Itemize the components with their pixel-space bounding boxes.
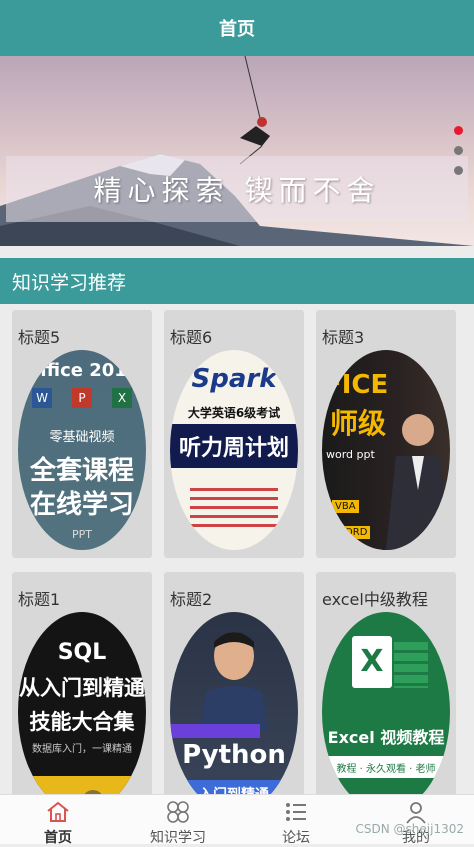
slogan-bar: 精心探索 锲而不舍: [6, 156, 468, 222]
course-cover: FICE 师级 word ppt VBA WORD: [322, 350, 450, 550]
tab-label: 论坛: [282, 830, 310, 846]
card-title: excel中级教程: [322, 590, 428, 609]
carousel-indicators: [454, 126, 464, 186]
cover-text: 在线学习: [29, 490, 134, 520]
course-card[interactable]: 标题1 SQL 从入门到精通 技能大合集 数据库入门，一课精通: [12, 572, 152, 820]
cover-text: 大学英语6级考试: [187, 406, 281, 420]
cover-text: 全套课程: [29, 456, 134, 486]
course-card[interactable]: excel中级教程 X Excel 视频教程 教程 · 永久观看 · 老师: [316, 572, 456, 820]
cover-text: 数据库入门，一课精通: [32, 744, 132, 755]
presenter-illustration: [386, 414, 450, 550]
watermark: CSDN @shejj1302: [355, 822, 464, 836]
cover-text: 技能大合集: [29, 710, 135, 734]
bottom-tab-bar: 首页 知识学习 论坛 我的: [0, 794, 474, 847]
cover-text: Spark: [191, 364, 277, 394]
carousel-dot[interactable]: [454, 146, 463, 155]
course-cover: SQL 从入门到精通 技能大合集 数据库入门，一课精通: [18, 612, 146, 812]
cover-text: FICE: [324, 370, 389, 400]
cover-text: 听力周计划: [178, 436, 289, 461]
tab-label: 首页: [44, 830, 72, 846]
section-title: 知识学习推荐: [12, 271, 127, 294]
list-icon: [256, 799, 336, 825]
cover-text: X: [360, 644, 384, 679]
cover-pattern: [190, 488, 278, 528]
course-card[interactable]: 标题3 FICE 师级 word ppt VBA WORD: [316, 310, 456, 558]
page-title: 首页: [219, 19, 255, 40]
section-header: 知识学习推荐: [0, 258, 474, 304]
cover-text: Python: [182, 740, 286, 770]
cover-text: WORD: [332, 526, 371, 539]
cover-text: 教程 · 永久观看 · 老师: [336, 764, 436, 775]
cover-text: Office 2016: [24, 360, 140, 381]
cover-text: 师级: [330, 407, 387, 440]
course-cover: X Excel 视频教程 教程 · 永久观看 · 老师: [322, 612, 450, 812]
tab-home[interactable]: 首页: [18, 799, 98, 847]
banner-slogan: 精心探索 锲而不舍: [93, 174, 381, 207]
course-cover: Spark 大学英语6级考试 听力周计划: [170, 350, 298, 550]
office-icons: W P X: [32, 388, 132, 410]
tab-learning[interactable]: 知识学习: [138, 799, 218, 847]
home-icon: [18, 799, 98, 825]
course-card[interactable]: 标题6 Spark 大学英语6级考试 听力周计划: [164, 310, 304, 558]
carousel-dot[interactable]: [454, 166, 463, 175]
course-cover: Office 2016 W P X 零基础视频 全套课程 在线学习 PPT: [18, 350, 146, 550]
cover-band: [170, 724, 260, 738]
card-title: 标题6: [170, 328, 213, 347]
course-card[interactable]: 标题5 Office 2016 W P X 零基础视频 全套课程 在线学习 PP…: [12, 310, 152, 558]
course-cover: Python 入门到精通: [170, 612, 298, 812]
app-header: 首页: [0, 0, 474, 56]
tab-forum[interactable]: 论坛: [256, 799, 336, 847]
cover-text: 从入门到精通: [19, 676, 145, 700]
cover-text: Excel 视频教程: [327, 728, 445, 747]
card-title: 标题1: [18, 590, 61, 609]
presenter-illustration: [200, 632, 268, 732]
cover-text: VBA: [332, 500, 359, 513]
spreadsheet-icon: [394, 642, 428, 688]
cover-text: 零基础视频: [49, 430, 115, 445]
cover-text: PPT: [72, 528, 92, 541]
card-title: 标题5: [18, 328, 61, 347]
tab-label: 知识学习: [150, 830, 206, 846]
cover-text: SQL: [57, 640, 107, 665]
clover-icon: [138, 799, 218, 825]
cover-text: word ppt: [326, 448, 375, 461]
card-title: 标题2: [170, 590, 213, 609]
card-title: 标题3: [322, 328, 365, 347]
banner-carousel[interactable]: 精心探索 锲而不舍: [0, 56, 474, 246]
course-card[interactable]: 标题2 Python 入门到精通: [164, 572, 304, 820]
carousel-dot[interactable]: [454, 126, 463, 135]
